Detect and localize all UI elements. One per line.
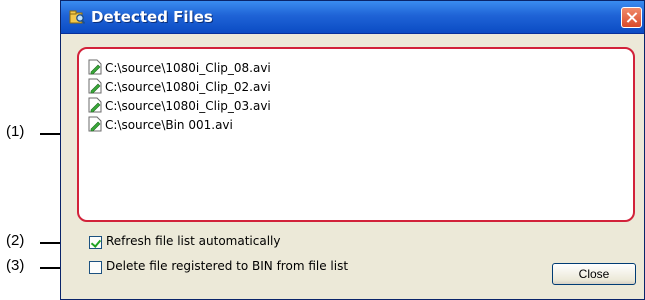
- detected-files-window: Detected Files C:\source\1080i_Clip_08.a…: [60, 0, 645, 300]
- callout-2: (2): [6, 232, 25, 249]
- list-item[interactable]: C:\source\Bin 001.avi: [87, 116, 233, 133]
- close-icon[interactable]: [621, 7, 642, 28]
- file-path: C:\source\1080i_Clip_03.avi: [105, 99, 271, 113]
- callout-1: (1): [6, 123, 25, 140]
- title-bar[interactable]: Detected Files: [61, 1, 644, 34]
- file-icon: [87, 78, 103, 94]
- delete-registered-label: Delete file registered to BIN from file …: [106, 259, 349, 273]
- file-icon: [87, 97, 103, 113]
- callout-3: (3): [6, 257, 25, 274]
- file-path: C:\source\1080i_Clip_08.avi: [105, 61, 271, 75]
- list-item[interactable]: C:\source\1080i_Clip_02.avi: [87, 78, 271, 95]
- file-path: C:\source\Bin 001.avi: [105, 118, 233, 132]
- list-item[interactable]: C:\source\1080i_Clip_08.avi: [87, 59, 271, 76]
- checkmark-icon: [90, 237, 102, 248]
- refresh-label: Refresh file list automatically: [106, 234, 281, 248]
- file-path: C:\source\1080i_Clip_02.avi: [105, 80, 271, 94]
- refresh-checkbox[interactable]: [89, 236, 102, 249]
- detected-file-list[interactable]: C:\source\1080i_Clip_08.avi C:\source\10…: [77, 47, 635, 222]
- file-icon: [87, 59, 103, 75]
- file-icon: [87, 116, 103, 132]
- close-button[interactable]: Close: [552, 263, 636, 285]
- window-title: Detected Files: [91, 8, 213, 26]
- delete-registered-checkbox[interactable]: [89, 261, 102, 274]
- list-item[interactable]: C:\source\1080i_Clip_03.avi: [87, 97, 271, 114]
- folder-search-icon: [69, 9, 86, 25]
